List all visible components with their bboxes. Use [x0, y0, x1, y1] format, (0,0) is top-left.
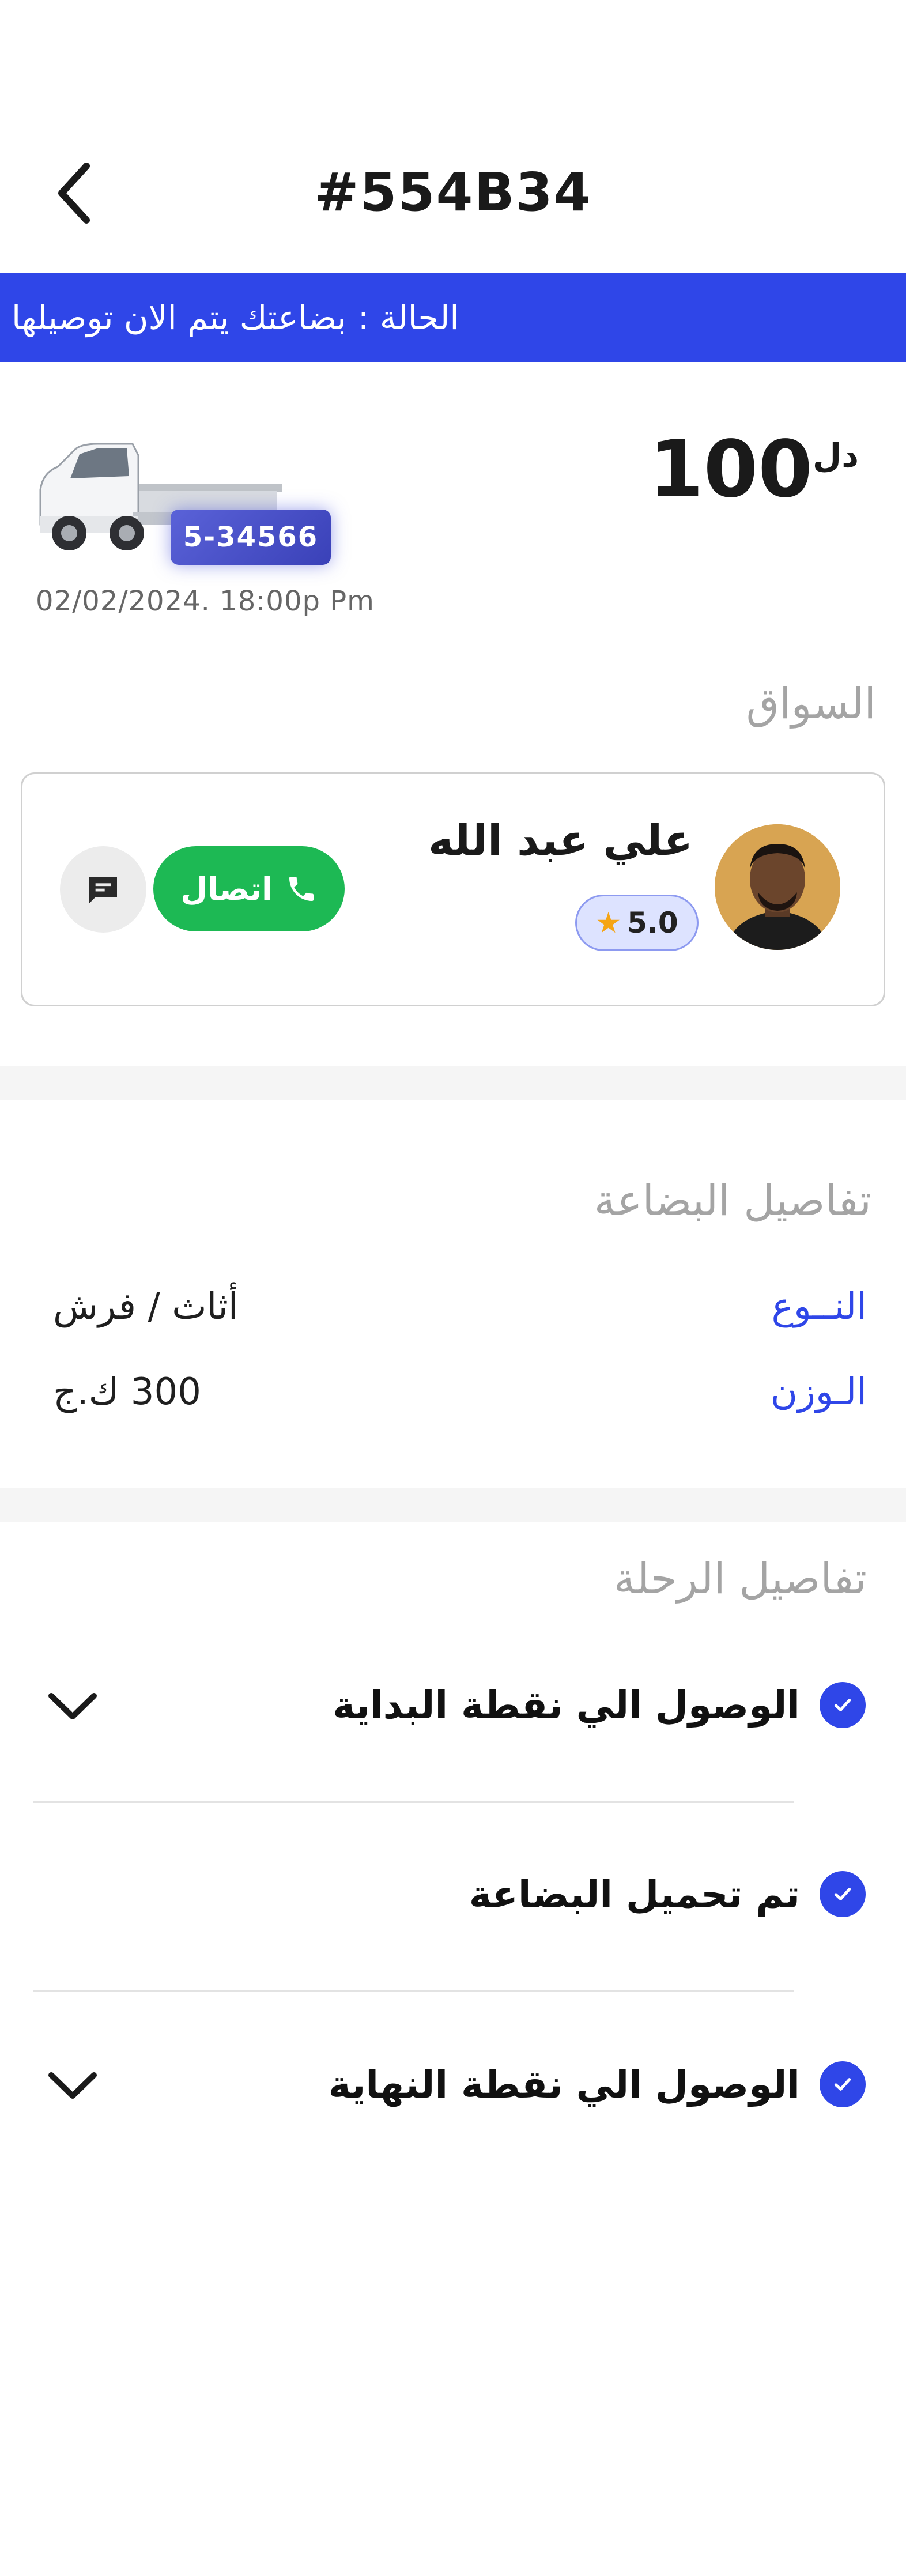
message-icon	[89, 877, 117, 903]
cargo-weight-label: الـوزن	[771, 1371, 867, 1413]
step-divider	[33, 1801, 794, 1803]
page-title: #554B34	[314, 161, 592, 223]
trip-step: تم تحميل البضاعة	[469, 1871, 866, 1917]
order-datetime: 02/02/2024. 18:00p Pm	[36, 585, 375, 617]
check-icon	[820, 1682, 866, 1728]
trip-step: الوصول الي نقطة النهاية	[329, 2061, 866, 2107]
step-divider	[33, 1990, 794, 1992]
cargo-type-value: أثاث / فرش	[53, 1285, 239, 1328]
driver-section-title: السواق	[746, 679, 876, 729]
price-currency: دل	[812, 436, 859, 475]
chevron-down-icon	[48, 1693, 97, 1719]
phone-icon	[289, 877, 314, 901]
status-banner: الحالة : بضاعتك يتم الان توصيلها	[0, 273, 906, 362]
expand-step-button[interactable]	[45, 1679, 100, 1734]
driver-name: علي عبد الله	[428, 816, 693, 865]
cargo-weight-value: 300 ك.ج	[53, 1371, 201, 1413]
call-button-label: اتصال	[180, 870, 273, 907]
plate-badge: 5-34566	[171, 510, 331, 565]
trip-step-label: الوصول الي نقطة البداية	[333, 1683, 800, 1728]
avatar	[715, 824, 840, 950]
price-amount: 100	[649, 424, 813, 515]
cargo-type-label: النــوع	[771, 1285, 867, 1328]
trip-step: الوصول الي نقطة البداية	[333, 1682, 866, 1728]
rating-badge: ★ 5.0	[575, 895, 699, 951]
chat-button[interactable]	[60, 846, 146, 933]
check-icon	[820, 2061, 866, 2107]
trip-step-label: تم تحميل البضاعة	[469, 1872, 800, 1917]
cargo-section-title: تفاصيل البضاعة	[594, 1176, 871, 1225]
section-divider	[0, 1488, 906, 1522]
call-button[interactable]: اتصال	[153, 846, 345, 931]
status-value: بضاعتك يتم الان توصيلها	[12, 298, 346, 337]
status-label: الحالة :	[357, 298, 459, 337]
section-divider	[0, 1066, 906, 1100]
order-price: 100 دل	[649, 427, 865, 513]
check-icon	[820, 1871, 866, 1917]
star-icon: ★	[595, 906, 622, 940]
chevron-down-icon	[48, 2072, 97, 2099]
trip-section-title: تفاصيل الرحلة	[613, 1554, 867, 1604]
trip-step-label: الوصول الي نقطة النهاية	[328, 2062, 800, 2107]
rating-value: 5.0	[627, 906, 678, 940]
expand-step-button[interactable]	[45, 2058, 100, 2113]
